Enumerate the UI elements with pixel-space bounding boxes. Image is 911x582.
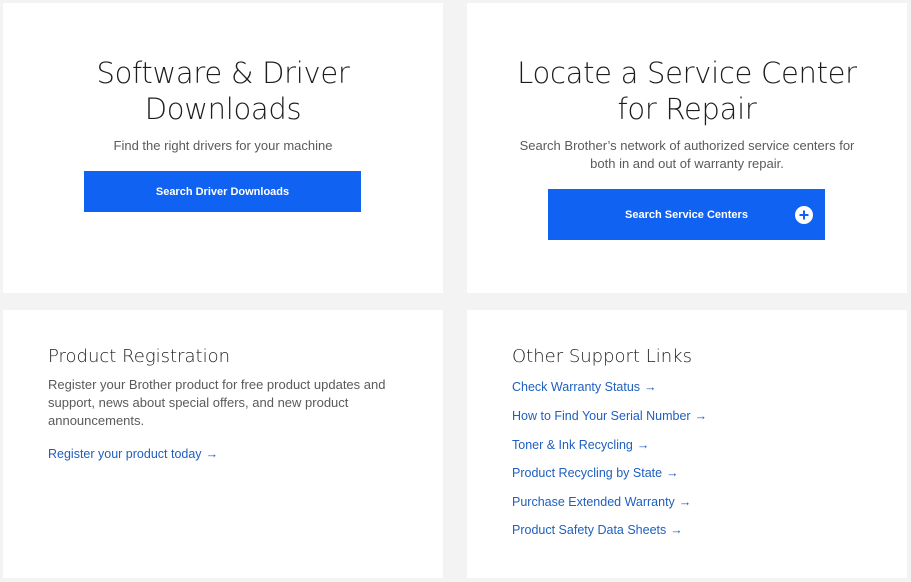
service-center-card: Locate a Service Center for Repair Searc… <box>467 3 907 293</box>
software-title: Software & Driver Downloads <box>3 55 443 127</box>
product-registration-card: Product Registration Register your Broth… <box>3 310 443 578</box>
link-label: Toner & Ink Recycling <box>512 438 633 452</box>
service-description-line2: both in and out of warranty repair. <box>590 156 784 171</box>
purchase-extended-warranty-link[interactable]: Purchase Extended Warranty → <box>512 495 691 509</box>
service-title-line2: for Repair <box>617 92 757 126</box>
support-page: Software & Driver Downloads Find the rig… <box>0 0 911 582</box>
register-product-link-label: Register your product today <box>48 447 202 461</box>
registration-title: Product Registration <box>48 346 230 367</box>
link-label: Product Recycling by State <box>512 466 663 480</box>
arrow-right-icon: → <box>205 447 219 461</box>
registration-description-line3: announcements. <box>48 413 145 428</box>
other-support-links-card: Other Support Links Check Warranty Statu… <box>467 310 907 578</box>
search-service-centers-button[interactable]: Search Service Centers <box>548 189 825 240</box>
arrow-right-icon: → <box>670 523 683 537</box>
support-links-title: Other Support Links <box>512 346 692 367</box>
link-label: Product Safety Data Sheets <box>512 523 667 537</box>
registration-description: Register your Brother product for free p… <box>48 376 408 430</box>
registration-description-line1: Register your Brother product for free p… <box>48 377 386 392</box>
software-driver-card: Software & Driver Downloads Find the rig… <box>3 3 443 293</box>
arrow-right-icon: → <box>644 380 657 394</box>
product-recycling-by-state-link[interactable]: Product Recycling by State → <box>512 466 679 480</box>
software-title-line1: Software & Driver <box>96 56 350 90</box>
search-service-centers-label: Search Service Centers <box>625 208 748 221</box>
plus-circle-icon <box>795 205 813 224</box>
software-title-line2: Downloads <box>144 92 302 126</box>
link-label: Purchase Extended Warranty <box>512 495 675 509</box>
service-description-line1: Search Brother’s network of authorized s… <box>519 138 855 153</box>
find-serial-number-link[interactable]: How to Find Your Serial Number → <box>512 409 707 423</box>
search-driver-downloads-button[interactable]: Search Driver Downloads <box>84 171 361 212</box>
service-title-line1: Locate a Service Center <box>517 56 857 90</box>
arrow-right-icon: → <box>666 466 679 480</box>
registration-description-line2: support, news about special offers, and … <box>48 395 349 410</box>
link-label: How to Find Your Serial Number <box>512 409 691 423</box>
register-product-link[interactable]: Register your product today → <box>48 447 218 461</box>
service-title: Locate a Service Center for Repair <box>467 55 907 127</box>
toner-ink-recycling-link[interactable]: Toner & Ink Recycling → <box>512 438 649 452</box>
arrow-right-icon: → <box>636 438 650 452</box>
arrow-right-icon: → <box>678 495 692 509</box>
service-description: Search Brother’s network of authorized s… <box>467 137 907 173</box>
software-description: Find the right drivers for your machine <box>113 138 333 153</box>
check-warranty-status-link[interactable]: Check Warranty Status → <box>512 380 657 394</box>
arrow-right-icon: → <box>694 409 708 423</box>
link-label: Check Warranty Status <box>512 380 641 394</box>
product-safety-data-sheets-link[interactable]: Product Safety Data Sheets → <box>512 523 683 537</box>
